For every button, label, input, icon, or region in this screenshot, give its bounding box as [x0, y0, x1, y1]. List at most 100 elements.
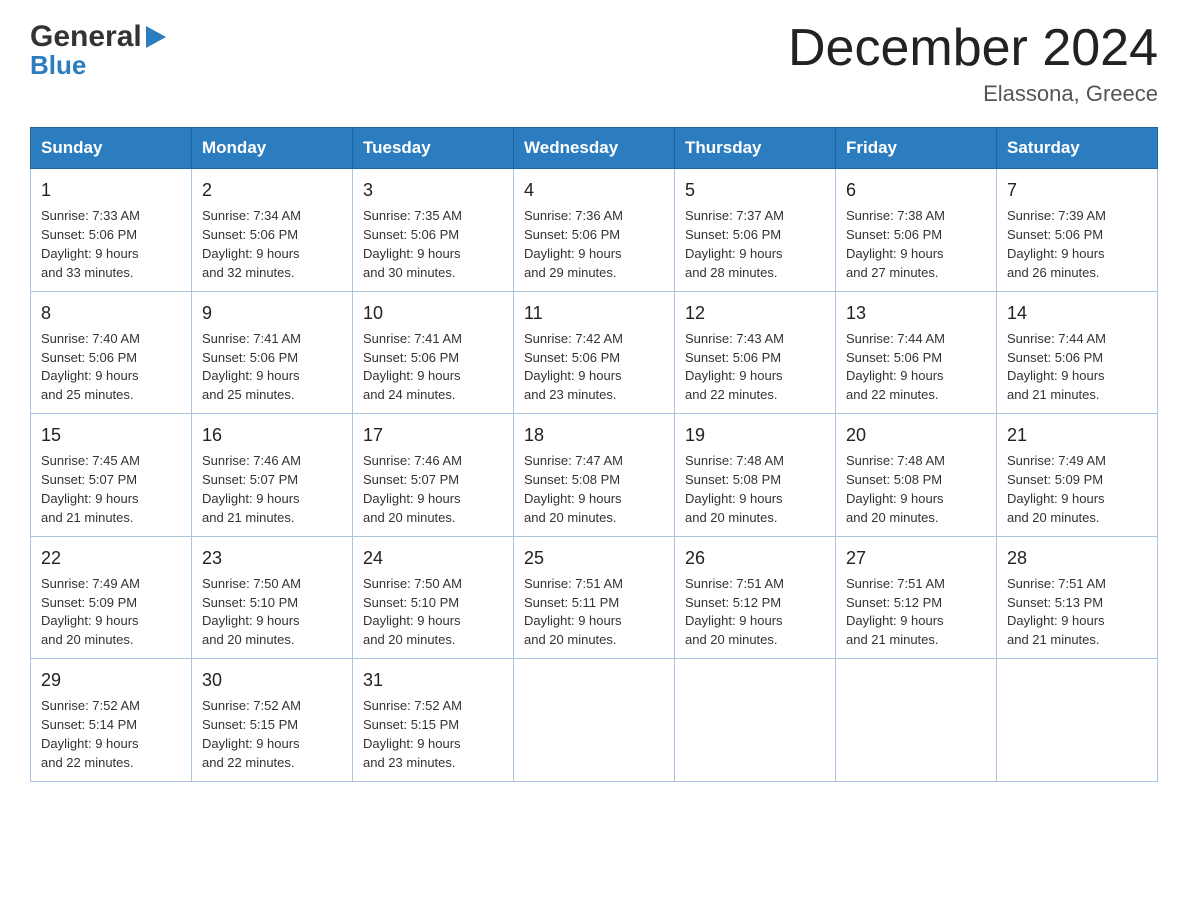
- calendar-day-cell: 21 Sunrise: 7:49 AM Sunset: 5:09 PM Dayl…: [997, 414, 1158, 536]
- day-info: Sunrise: 7:49 AM Sunset: 5:09 PM Dayligh…: [1007, 452, 1147, 527]
- day-info: Sunrise: 7:41 AM Sunset: 5:06 PM Dayligh…: [202, 330, 342, 405]
- calendar-day-cell: 31 Sunrise: 7:52 AM Sunset: 5:15 PM Dayl…: [353, 659, 514, 781]
- col-saturday: Saturday: [997, 128, 1158, 169]
- day-info: Sunrise: 7:52 AM Sunset: 5:15 PM Dayligh…: [202, 697, 342, 772]
- day-info: Sunrise: 7:34 AM Sunset: 5:06 PM Dayligh…: [202, 207, 342, 282]
- calendar-day-cell: 19 Sunrise: 7:48 AM Sunset: 5:08 PM Dayl…: [675, 414, 836, 536]
- day-info: Sunrise: 7:49 AM Sunset: 5:09 PM Dayligh…: [41, 575, 181, 650]
- day-info: Sunrise: 7:51 AM Sunset: 5:11 PM Dayligh…: [524, 575, 664, 650]
- calendar-week-row: 8 Sunrise: 7:40 AM Sunset: 5:06 PM Dayli…: [31, 291, 1158, 413]
- day-number: 4: [524, 177, 664, 203]
- day-info: Sunrise: 7:44 AM Sunset: 5:06 PM Dayligh…: [846, 330, 986, 405]
- day-number: 9: [202, 300, 342, 326]
- day-number: 6: [846, 177, 986, 203]
- calendar-day-cell: 17 Sunrise: 7:46 AM Sunset: 5:07 PM Dayl…: [353, 414, 514, 536]
- day-info: Sunrise: 7:50 AM Sunset: 5:10 PM Dayligh…: [202, 575, 342, 650]
- day-info: Sunrise: 7:51 AM Sunset: 5:13 PM Dayligh…: [1007, 575, 1147, 650]
- calendar-day-cell: 24 Sunrise: 7:50 AM Sunset: 5:10 PM Dayl…: [353, 536, 514, 658]
- calendar-day-cell: 4 Sunrise: 7:36 AM Sunset: 5:06 PM Dayli…: [514, 169, 675, 291]
- day-info: Sunrise: 7:37 AM Sunset: 5:06 PM Dayligh…: [685, 207, 825, 282]
- day-number: 11: [524, 300, 664, 326]
- day-number: 10: [363, 300, 503, 326]
- day-info: Sunrise: 7:38 AM Sunset: 5:06 PM Dayligh…: [846, 207, 986, 282]
- day-number: 7: [1007, 177, 1147, 203]
- calendar-day-cell: [836, 659, 997, 781]
- logo: General Blue: [30, 20, 166, 81]
- day-info: Sunrise: 7:35 AM Sunset: 5:06 PM Dayligh…: [363, 207, 503, 282]
- calendar-day-cell: 15 Sunrise: 7:45 AM Sunset: 5:07 PM Dayl…: [31, 414, 192, 536]
- day-number: 18: [524, 422, 664, 448]
- logo-general-text: General: [30, 20, 142, 54]
- day-number: 25: [524, 545, 664, 571]
- day-number: 22: [41, 545, 181, 571]
- calendar-day-cell: 26 Sunrise: 7:51 AM Sunset: 5:12 PM Dayl…: [675, 536, 836, 658]
- calendar-day-cell: [997, 659, 1158, 781]
- day-number: 3: [363, 177, 503, 203]
- calendar-day-cell: 14 Sunrise: 7:44 AM Sunset: 5:06 PM Dayl…: [997, 291, 1158, 413]
- col-monday: Monday: [192, 128, 353, 169]
- calendar-day-cell: 12 Sunrise: 7:43 AM Sunset: 5:06 PM Dayl…: [675, 291, 836, 413]
- day-info: Sunrise: 7:48 AM Sunset: 5:08 PM Dayligh…: [685, 452, 825, 527]
- calendar-week-row: 1 Sunrise: 7:33 AM Sunset: 5:06 PM Dayli…: [31, 169, 1158, 291]
- day-info: Sunrise: 7:45 AM Sunset: 5:07 PM Dayligh…: [41, 452, 181, 527]
- col-wednesday: Wednesday: [514, 128, 675, 169]
- col-friday: Friday: [836, 128, 997, 169]
- calendar-day-cell: [675, 659, 836, 781]
- day-info: Sunrise: 7:43 AM Sunset: 5:06 PM Dayligh…: [685, 330, 825, 405]
- calendar-day-cell: 5 Sunrise: 7:37 AM Sunset: 5:06 PM Dayli…: [675, 169, 836, 291]
- day-number: 21: [1007, 422, 1147, 448]
- day-info: Sunrise: 7:46 AM Sunset: 5:07 PM Dayligh…: [202, 452, 342, 527]
- calendar-day-cell: 1 Sunrise: 7:33 AM Sunset: 5:06 PM Dayli…: [31, 169, 192, 291]
- calendar-table: Sunday Monday Tuesday Wednesday Thursday…: [30, 127, 1158, 781]
- calendar-day-cell: 30 Sunrise: 7:52 AM Sunset: 5:15 PM Dayl…: [192, 659, 353, 781]
- page-title: December 2024: [788, 20, 1158, 77]
- day-number: 28: [1007, 545, 1147, 571]
- logo-blue-text: Blue: [30, 50, 86, 81]
- day-number: 30: [202, 667, 342, 693]
- day-info: Sunrise: 7:46 AM Sunset: 5:07 PM Dayligh…: [363, 452, 503, 527]
- day-number: 29: [41, 667, 181, 693]
- calendar-day-cell: 27 Sunrise: 7:51 AM Sunset: 5:12 PM Dayl…: [836, 536, 997, 658]
- calendar-day-cell: 9 Sunrise: 7:41 AM Sunset: 5:06 PM Dayli…: [192, 291, 353, 413]
- calendar-day-cell: 29 Sunrise: 7:52 AM Sunset: 5:14 PM Dayl…: [31, 659, 192, 781]
- calendar-day-cell: 2 Sunrise: 7:34 AM Sunset: 5:06 PM Dayli…: [192, 169, 353, 291]
- calendar-day-cell: 16 Sunrise: 7:46 AM Sunset: 5:07 PM Dayl…: [192, 414, 353, 536]
- page-header: General Blue December 2024 Elassona, Gre…: [30, 20, 1158, 107]
- day-info: Sunrise: 7:52 AM Sunset: 5:15 PM Dayligh…: [363, 697, 503, 772]
- day-number: 24: [363, 545, 503, 571]
- day-info: Sunrise: 7:51 AM Sunset: 5:12 PM Dayligh…: [685, 575, 825, 650]
- day-number: 14: [1007, 300, 1147, 326]
- col-thursday: Thursday: [675, 128, 836, 169]
- day-number: 31: [363, 667, 503, 693]
- col-sunday: Sunday: [31, 128, 192, 169]
- day-info: Sunrise: 7:47 AM Sunset: 5:08 PM Dayligh…: [524, 452, 664, 527]
- day-info: Sunrise: 7:40 AM Sunset: 5:06 PM Dayligh…: [41, 330, 181, 405]
- day-info: Sunrise: 7:48 AM Sunset: 5:08 PM Dayligh…: [846, 452, 986, 527]
- day-info: Sunrise: 7:52 AM Sunset: 5:14 PM Dayligh…: [41, 697, 181, 772]
- day-info: Sunrise: 7:41 AM Sunset: 5:06 PM Dayligh…: [363, 330, 503, 405]
- calendar-day-cell: 3 Sunrise: 7:35 AM Sunset: 5:06 PM Dayli…: [353, 169, 514, 291]
- day-info: Sunrise: 7:50 AM Sunset: 5:10 PM Dayligh…: [363, 575, 503, 650]
- calendar-day-cell: 6 Sunrise: 7:38 AM Sunset: 5:06 PM Dayli…: [836, 169, 997, 291]
- day-number: 12: [685, 300, 825, 326]
- calendar-day-cell: 18 Sunrise: 7:47 AM Sunset: 5:08 PM Dayl…: [514, 414, 675, 536]
- day-info: Sunrise: 7:44 AM Sunset: 5:06 PM Dayligh…: [1007, 330, 1147, 405]
- day-number: 17: [363, 422, 503, 448]
- calendar-header-row: Sunday Monday Tuesday Wednesday Thursday…: [31, 128, 1158, 169]
- day-info: Sunrise: 7:33 AM Sunset: 5:06 PM Dayligh…: [41, 207, 181, 282]
- calendar-day-cell: 20 Sunrise: 7:48 AM Sunset: 5:08 PM Dayl…: [836, 414, 997, 536]
- day-number: 19: [685, 422, 825, 448]
- calendar-day-cell: 25 Sunrise: 7:51 AM Sunset: 5:11 PM Dayl…: [514, 536, 675, 658]
- day-number: 5: [685, 177, 825, 203]
- calendar-day-cell: [514, 659, 675, 781]
- calendar-week-row: 29 Sunrise: 7:52 AM Sunset: 5:14 PM Dayl…: [31, 659, 1158, 781]
- calendar-day-cell: 7 Sunrise: 7:39 AM Sunset: 5:06 PM Dayli…: [997, 169, 1158, 291]
- calendar-day-cell: 8 Sunrise: 7:40 AM Sunset: 5:06 PM Dayli…: [31, 291, 192, 413]
- day-number: 15: [41, 422, 181, 448]
- calendar-day-cell: 11 Sunrise: 7:42 AM Sunset: 5:06 PM Dayl…: [514, 291, 675, 413]
- day-number: 8: [41, 300, 181, 326]
- calendar-week-row: 15 Sunrise: 7:45 AM Sunset: 5:07 PM Dayl…: [31, 414, 1158, 536]
- day-info: Sunrise: 7:36 AM Sunset: 5:06 PM Dayligh…: [524, 207, 664, 282]
- day-number: 23: [202, 545, 342, 571]
- calendar-day-cell: 13 Sunrise: 7:44 AM Sunset: 5:06 PM Dayl…: [836, 291, 997, 413]
